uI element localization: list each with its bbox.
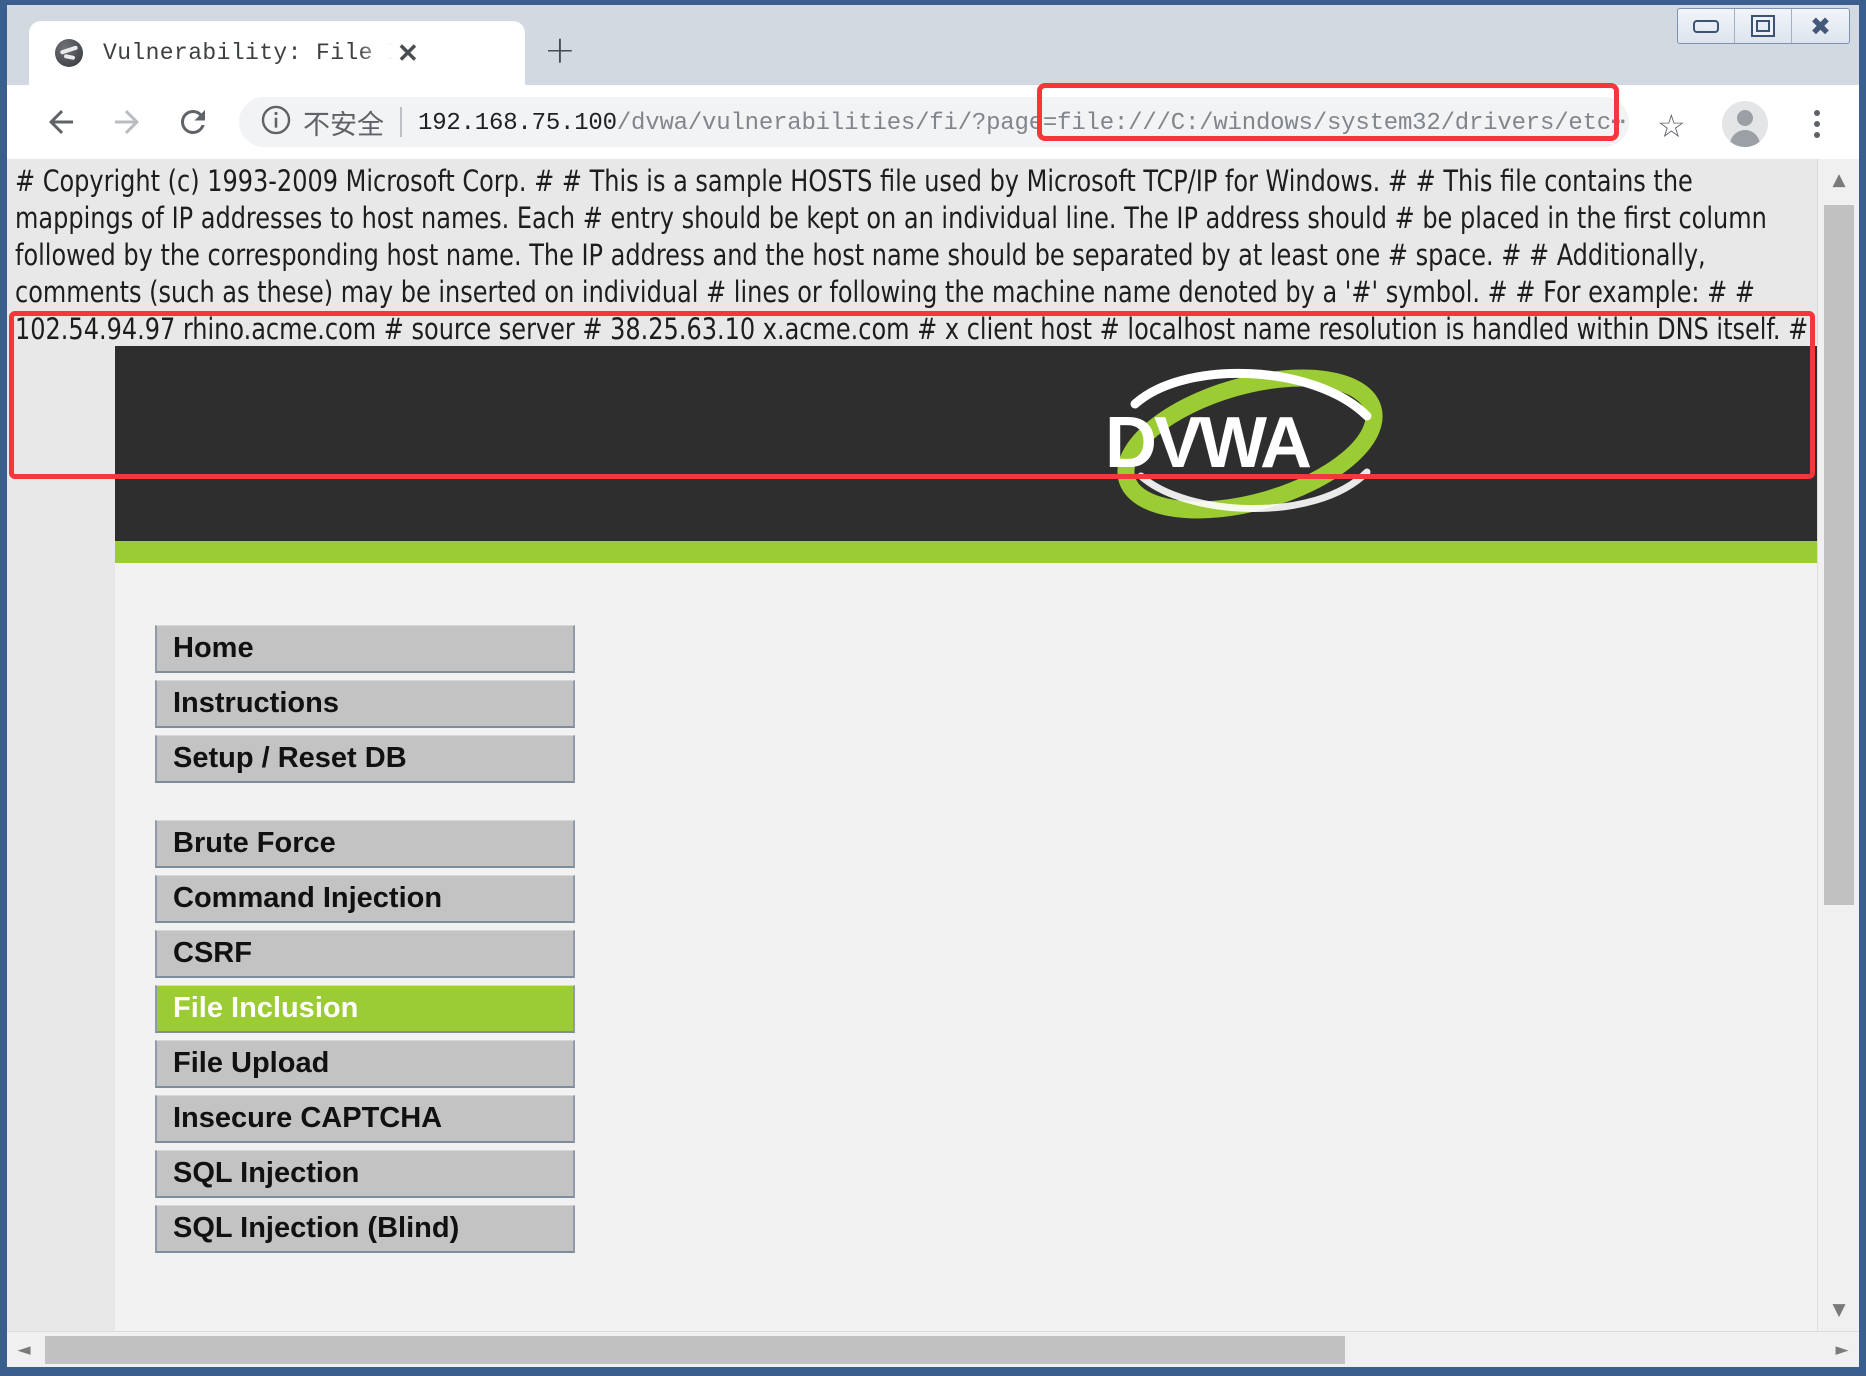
horizontal-scrollbar[interactable]: ◄ ► [7,1331,1859,1367]
dvwa-page: DVWA Home Instructions Setup / Reset DB … [115,346,1817,1331]
menu-dot [1814,132,1820,138]
sidebar-item-home[interactable]: Home [155,625,575,673]
window-minimize-button[interactable] [1678,9,1735,43]
sidebar-item-sql-injection-blind[interactable]: SQL Injection (Blind) [155,1205,575,1253]
dvwa-body: Home Instructions Setup / Reset DB Brute… [115,563,1817,1331]
sidebar-item-label: Brute Force [173,827,336,859]
url-text: 192.168.75.100/dvwa/vulnerabilities/fi/?… [418,107,1625,137]
url-host: 192.168.75.100 [418,110,617,137]
window-controls: ✖ [1677,8,1850,44]
sidebar-item-label: CSRF [173,937,252,969]
page-canvas: # Copyright (c) 1993-2009 Microsoft Corp… [7,159,1817,1331]
sidebar-item-label: Setup / Reset DB [173,742,407,774]
tab-title: Vulnerability: File Inclusion [103,40,393,66]
sidebar-item-sql-injection[interactable]: SQL Injection [155,1150,575,1198]
sidebar-item-file-inclusion[interactable]: File Inclusion [155,985,575,1033]
window-close-button[interactable]: ✖ [1792,9,1849,43]
sidebar-item-label: Instructions [173,687,339,719]
profile-avatar-icon[interactable] [1722,101,1768,147]
forward-icon [101,96,153,148]
globe-favicon-icon [55,39,83,67]
back-icon[interactable] [35,96,87,148]
browser-toolbar: 不安全 192.168.75.100/dvwa/vulnerabilities/… [7,85,1859,159]
scroll-right-icon[interactable]: ► [1825,1332,1859,1368]
tab-strip: Vulnerability: File Inclusion ✕ + ✖ [7,5,1859,85]
url-path: /dvwa/vulnerabilities/fi/?page=file:///C… [616,110,1626,137]
sidebar-item-brute-force[interactable]: Brute Force [155,820,575,868]
sidebar-item-label: Insecure CAPTCHA [173,1102,443,1134]
sidebar-item-label: SQL Injection (Blind) [173,1212,460,1244]
info-circle-icon[interactable] [259,103,293,142]
menu-dot [1814,121,1820,127]
sidebar-item-label: Home [173,632,254,664]
not-secure-label: 不安全 [303,109,384,141]
dvwa-sidebar: Home Instructions Setup / Reset DB Brute… [155,625,575,1260]
sidebar-item-label: Command Injection [173,882,443,914]
new-tab-button[interactable]: + [544,31,576,69]
bookmark-star-icon[interactable]: ☆ [1657,107,1686,145]
dvwa-green-divider [115,541,1817,563]
horizontal-scrollbar-thumb[interactable] [45,1336,1345,1364]
omnibox-divider [400,107,402,137]
browser-tab[interactable]: Vulnerability: File Inclusion ✕ [29,21,525,85]
sidebar-item-label: File Inclusion [173,992,359,1024]
scroll-up-icon[interactable]: ▲ [1818,159,1860,201]
page-viewport: # Copyright (c) 1993-2009 Microsoft Corp… [7,159,1859,1331]
hosts-file-output: # Copyright (c) 1993-2009 Microsoft Corp… [15,164,1809,346]
dvwa-header-banner: DVWA [115,346,1817,541]
browser-window: Vulnerability: File Inclusion ✕ + ✖ [7,5,1859,1367]
browser-menu-icon[interactable] [1797,101,1837,147]
dvwa-content-area: DVWA Home Instructions Setup / Reset DB … [7,346,1817,1331]
sidebar-item-command-injection[interactable]: Command Injection [155,875,575,923]
dvwa-logo: DVWA [1105,364,1395,524]
sidebar-item-insecure-captcha[interactable]: Insecure CAPTCHA [155,1095,575,1143]
scroll-down-icon[interactable]: ▼ [1818,1289,1860,1331]
dvwa-logo-text: DVWA [1105,403,1312,483]
window-maximize-button[interactable] [1735,9,1792,43]
scroll-left-icon[interactable]: ◄ [7,1332,41,1368]
sidebar-item-file-upload[interactable]: File Upload [155,1040,575,1088]
address-bar[interactable]: 不安全 192.168.75.100/dvwa/vulnerabilities/… [239,97,1629,147]
menu-dot [1814,110,1820,116]
reload-icon[interactable] [167,96,219,148]
os-window-frame: Vulnerability: File Inclusion ✕ + ✖ [0,0,1866,1376]
sidebar-item-label: SQL Injection [173,1157,360,1189]
sidebar-item-label: File Upload [173,1047,330,1079]
sidebar-item-setup-reset-db[interactable]: Setup / Reset DB [155,735,575,783]
vertical-scrollbar[interactable]: ▲ ▼ [1817,159,1859,1331]
sidebar-item-csrf[interactable]: CSRF [155,930,575,978]
vertical-scrollbar-thumb[interactable] [1824,205,1854,905]
sidebar-item-instructions[interactable]: Instructions [155,680,575,728]
tab-close-icon[interactable]: ✕ [397,40,419,66]
